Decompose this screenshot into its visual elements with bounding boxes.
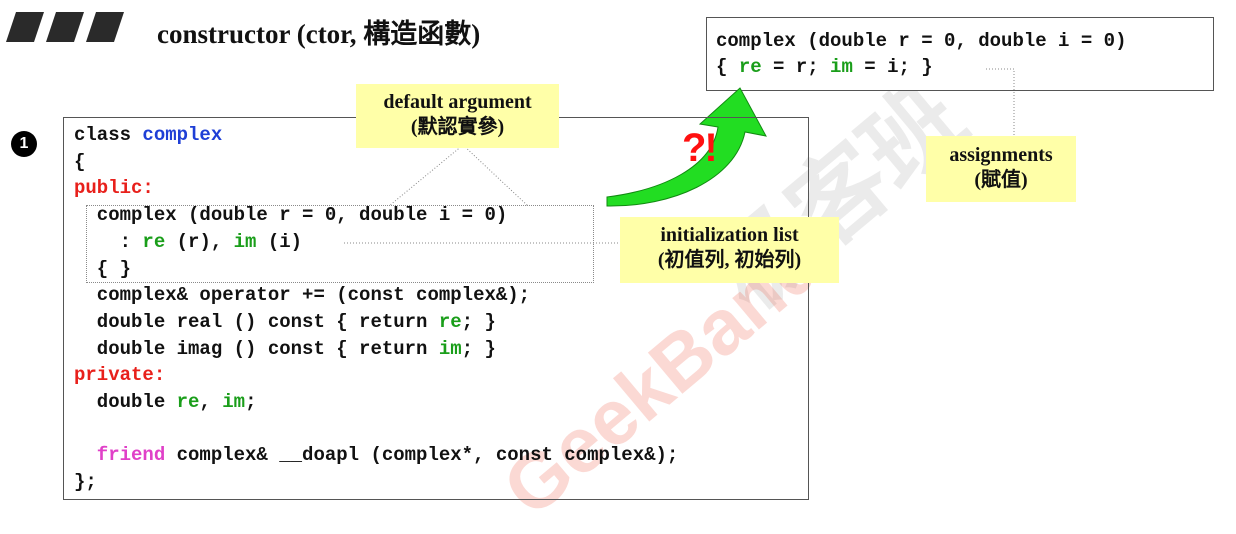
default-argument-chinese: (默認實參) bbox=[410, 116, 505, 138]
code-line-3: public: bbox=[74, 177, 154, 200]
initialization-list-label: initialization list bbox=[660, 224, 799, 246]
initialization-list-note: initialization list (初值列, 初始列) bbox=[620, 217, 839, 283]
initialization-list-chinese: (初值列, 初始列) bbox=[657, 249, 802, 271]
code-line-7: complex& operator += (const complex&); bbox=[74, 284, 531, 307]
code-line-5: : re (r), im (i) bbox=[74, 230, 303, 253]
code-line-8: double real () const { return re; } bbox=[74, 310, 496, 333]
code-line-10: private: bbox=[74, 364, 166, 387]
code-line-9: double imag () const { return im; } bbox=[74, 337, 496, 360]
code-line-6: { } bbox=[74, 257, 132, 280]
code-line-14: }; bbox=[74, 471, 97, 494]
code-line-13: friend complex& __doapl (complex*, const… bbox=[74, 444, 679, 467]
assignments-chinese: (賦值) bbox=[974, 169, 1028, 191]
code-line-2: { bbox=[74, 150, 86, 173]
code-line-11: double re, im; bbox=[74, 391, 257, 414]
code-line-4: complex (double r = 0, double i = 0) bbox=[74, 204, 508, 227]
default-argument-note: default argument (默認實參) bbox=[356, 84, 559, 148]
assignments-label: assignments bbox=[949, 144, 1053, 166]
assignments-note: assignments (賦值) bbox=[926, 136, 1076, 202]
class-code: class complex{public: complex (double r … bbox=[74, 122, 678, 496]
default-argument-label: default argument bbox=[383, 91, 532, 113]
